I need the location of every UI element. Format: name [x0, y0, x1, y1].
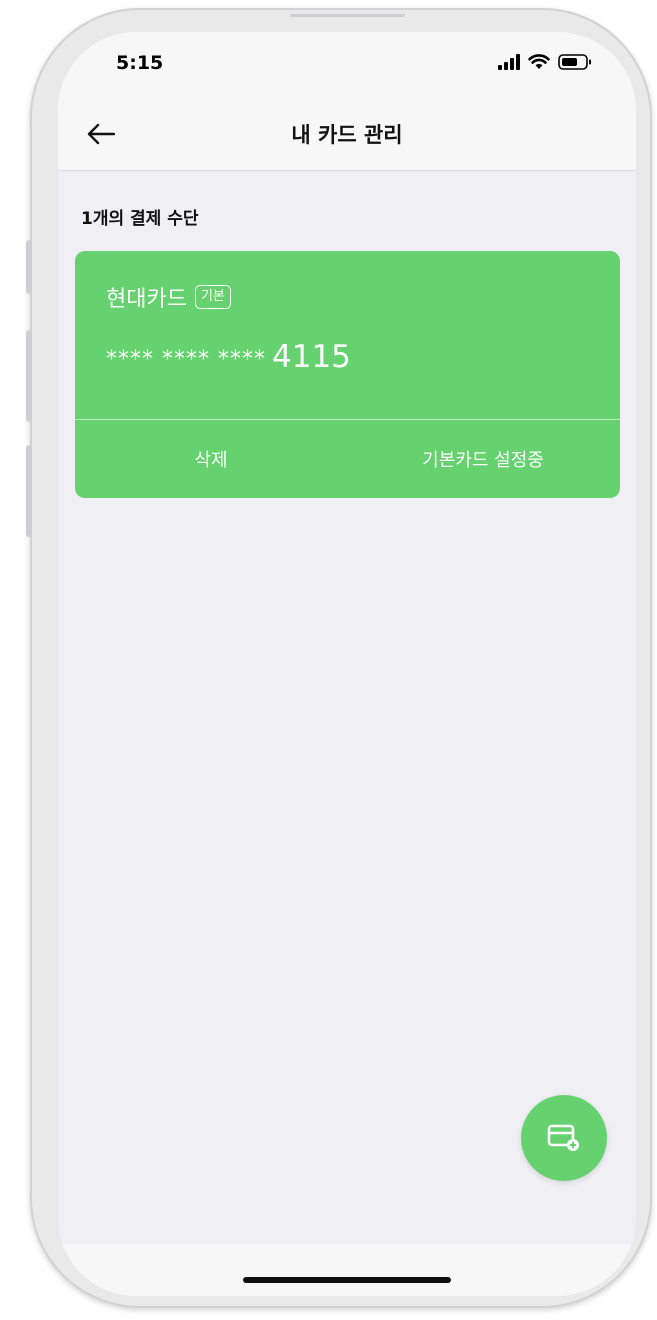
default-badge: 기본 — [194, 285, 231, 309]
nav-bar: 내 카드 관리 — [58, 96, 636, 171]
payment-card[interactable]: 현대카드 기본 **** **** **** 4115 삭제 기본카드 설정중 — [75, 251, 620, 498]
phone-top-seam — [290, 14, 405, 17]
add-card-button[interactable] — [521, 1095, 607, 1181]
screen: 5:15 내 카드 관리 1개의 결제 수단 현대카드 기본 **** ****… — [58, 32, 636, 1296]
phone-side-button — [26, 330, 32, 422]
phone-side-button — [26, 445, 32, 537]
payment-method-count: 1개의 결제 수단 — [81, 209, 199, 229]
signal-icon — [498, 54, 520, 70]
home-indicator-area — [58, 1244, 636, 1296]
card-name-row: 현대카드 기본 — [106, 281, 231, 313]
default-card-status-button[interactable]: 기본카드 설정중 — [347, 419, 619, 498]
status-bar: 5:15 — [58, 32, 636, 96]
add-card-icon — [547, 1124, 579, 1151]
wifi-icon — [528, 54, 550, 69]
phone-side-button — [26, 240, 32, 294]
delete-card-button[interactable]: 삭제 — [75, 419, 347, 498]
battery-icon — [558, 54, 591, 70]
page-title: 내 카드 관리 — [291, 123, 403, 147]
status-icons — [498, 54, 592, 70]
card-name: 현대카드 — [106, 287, 187, 312]
card-masked-digits: **** **** **** — [106, 347, 266, 372]
status-time: 5:15 — [116, 52, 164, 74]
home-indicator[interactable] — [243, 1277, 451, 1283]
card-number: **** **** **** 4115 — [106, 339, 351, 375]
card-last-four: 4115 — [272, 339, 351, 375]
